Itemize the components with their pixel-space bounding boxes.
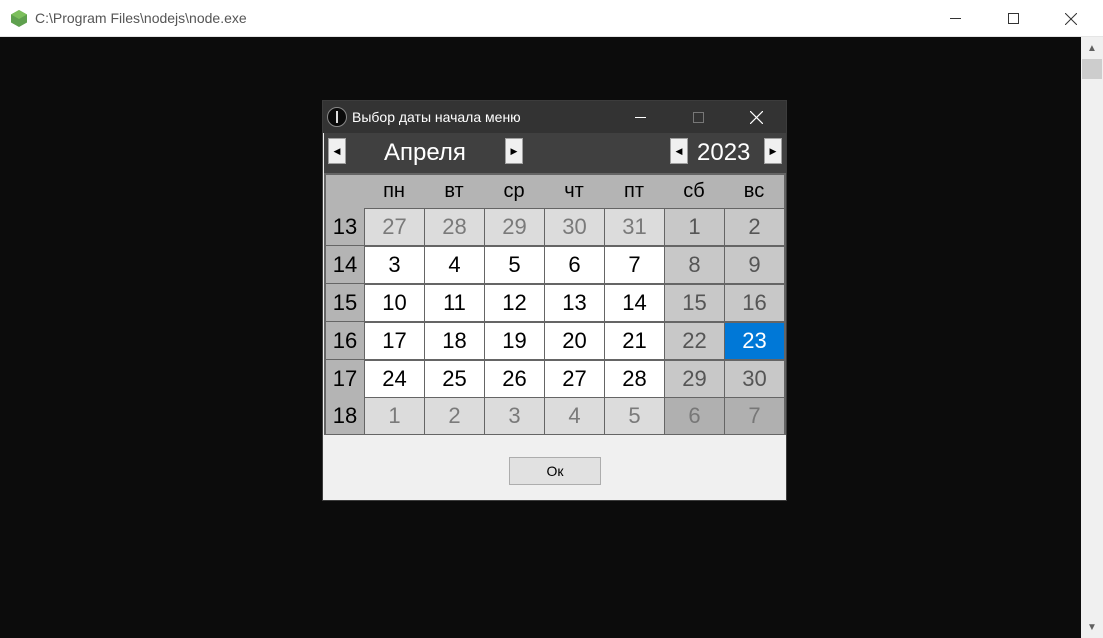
day-cell[interactable]: 6	[665, 398, 724, 434]
weekday-header: сб	[664, 175, 724, 208]
day-cell[interactable]: 21	[605, 323, 664, 359]
weekday-header: пн	[364, 175, 424, 208]
day-cell[interactable]: 30	[545, 209, 604, 245]
next-year-button[interactable]: ▶	[764, 138, 782, 164]
prev-month-button[interactable]: ◀	[328, 138, 346, 164]
day-cell[interactable]: 8	[665, 247, 724, 283]
day-cell[interactable]: 16	[725, 285, 784, 321]
day-cell[interactable]: 7	[605, 247, 664, 283]
day-cell[interactable]: 3	[365, 247, 424, 283]
year-label: 2023	[697, 139, 751, 166]
dialog-maximize-button	[669, 101, 727, 133]
day-cell[interactable]: 19	[485, 323, 544, 359]
week-number: 14	[326, 246, 364, 283]
next-month-button[interactable]: ▶	[505, 138, 523, 164]
scroll-up-icon[interactable]: ▲	[1081, 39, 1103, 57]
day-cell[interactable]: 6	[545, 247, 604, 283]
weekday-header: вс	[724, 175, 784, 208]
day-cell[interactable]: 12	[485, 285, 544, 321]
day-cell[interactable]: 4	[425, 247, 484, 283]
weekday-header: ср	[484, 175, 544, 208]
day-cell[interactable]: 5	[605, 398, 664, 434]
day-cell[interactable]: 22	[665, 323, 724, 359]
day-cell[interactable]: 2	[425, 398, 484, 434]
arrow-right-icon: ▶	[510, 145, 518, 156]
dialog-minimize-button[interactable]	[611, 101, 669, 133]
date-picker-dialog: Выбор даты начала меню ◀ Апреля ▶ ◀ 2023…	[322, 100, 787, 501]
day-cell[interactable]: 3	[485, 398, 544, 434]
day-cell[interactable]: 20	[545, 323, 604, 359]
day-cell[interactable]: 27	[365, 209, 424, 245]
day-cell[interactable]: 28	[605, 361, 664, 397]
maximize-button[interactable]	[984, 0, 1042, 37]
day-cell[interactable]: 18	[425, 323, 484, 359]
day-cell[interactable]: 13	[545, 285, 604, 321]
day-cell[interactable]: 2	[725, 209, 784, 245]
window-titlebar: C:\Program Files\nodejs\node.exe	[0, 0, 1103, 37]
day-cell[interactable]: 30	[725, 361, 784, 397]
calendar-grid: пн вт ср чт пт сб вс 13 27 28 29 30 31 1 2 14 3 4 5 6 7 8 9 15 1…	[326, 175, 784, 434]
minimize-icon	[634, 116, 646, 118]
prev-year-button[interactable]: ◀	[670, 138, 688, 164]
dialog-titlebar: Выбор даты начала меню	[323, 101, 786, 133]
arrow-left-icon: ◀	[333, 145, 341, 156]
app-icon	[327, 107, 347, 127]
week-number: 18	[326, 397, 364, 434]
day-cell[interactable]: 14	[605, 285, 664, 321]
day-cell[interactable]: 27	[545, 361, 604, 397]
close-button[interactable]	[1042, 0, 1100, 37]
close-icon	[749, 110, 763, 124]
arrow-left-icon: ◀	[675, 145, 683, 156]
day-cell[interactable]: 11	[425, 285, 484, 321]
day-cell[interactable]: 4	[545, 398, 604, 434]
maximize-icon	[692, 111, 704, 123]
day-cell[interactable]: 29	[665, 361, 724, 397]
day-cell[interactable]: 9	[725, 247, 784, 283]
day-cell[interactable]: 28	[425, 209, 484, 245]
day-cell[interactable]: 31	[605, 209, 664, 245]
arrow-right-icon: ▶	[769, 145, 777, 156]
day-cell[interactable]: 7	[725, 398, 784, 434]
weekday-header: чт	[544, 175, 604, 208]
close-icon	[1065, 12, 1077, 25]
week-number: 16	[326, 322, 364, 359]
day-cell[interactable]: 26	[485, 361, 544, 397]
calendar-header: ◀ Апреля ▶ ◀ 2023 ▶	[324, 133, 786, 173]
vertical-scrollbar[interactable]: ▲ ▼	[1081, 37, 1103, 638]
week-number: 17	[326, 360, 364, 397]
minimize-button[interactable]	[926, 0, 984, 37]
week-number-corner	[326, 175, 364, 208]
nodejs-icon	[11, 10, 27, 27]
day-cell-selected[interactable]: 23	[725, 323, 784, 359]
scroll-down-icon[interactable]: ▼	[1081, 618, 1103, 636]
day-cell[interactable]: 1	[665, 209, 724, 245]
minimize-icon	[949, 18, 961, 19]
day-cell[interactable]: 10	[365, 285, 424, 321]
scrollbar-thumb[interactable]	[1082, 59, 1102, 79]
week-number: 15	[326, 284, 364, 321]
day-cell[interactable]: 15	[665, 285, 724, 321]
day-cell[interactable]: 1	[365, 398, 424, 434]
month-label: Апреля	[384, 139, 466, 166]
day-cell[interactable]: 25	[425, 361, 484, 397]
weekday-header: вт	[424, 175, 484, 208]
calendar: ◀ Апреля ▶ ◀ 2023 ▶ пн вт ср чт пт сб вс 13 27 28…	[324, 133, 786, 435]
day-cell[interactable]: 17	[365, 323, 424, 359]
dialog-title: Выбор даты начала меню	[352, 109, 521, 125]
day-cell[interactable]: 5	[485, 247, 544, 283]
maximize-icon	[1007, 13, 1019, 24]
ok-button[interactable]: Ок	[509, 457, 601, 485]
window-title: C:\Program Files\nodejs\node.exe	[35, 10, 247, 26]
day-cell[interactable]: 29	[485, 209, 544, 245]
week-number: 13	[326, 208, 364, 245]
dialog-close-button[interactable]	[727, 101, 785, 133]
day-cell[interactable]: 24	[365, 361, 424, 397]
weekday-header: пт	[604, 175, 664, 208]
